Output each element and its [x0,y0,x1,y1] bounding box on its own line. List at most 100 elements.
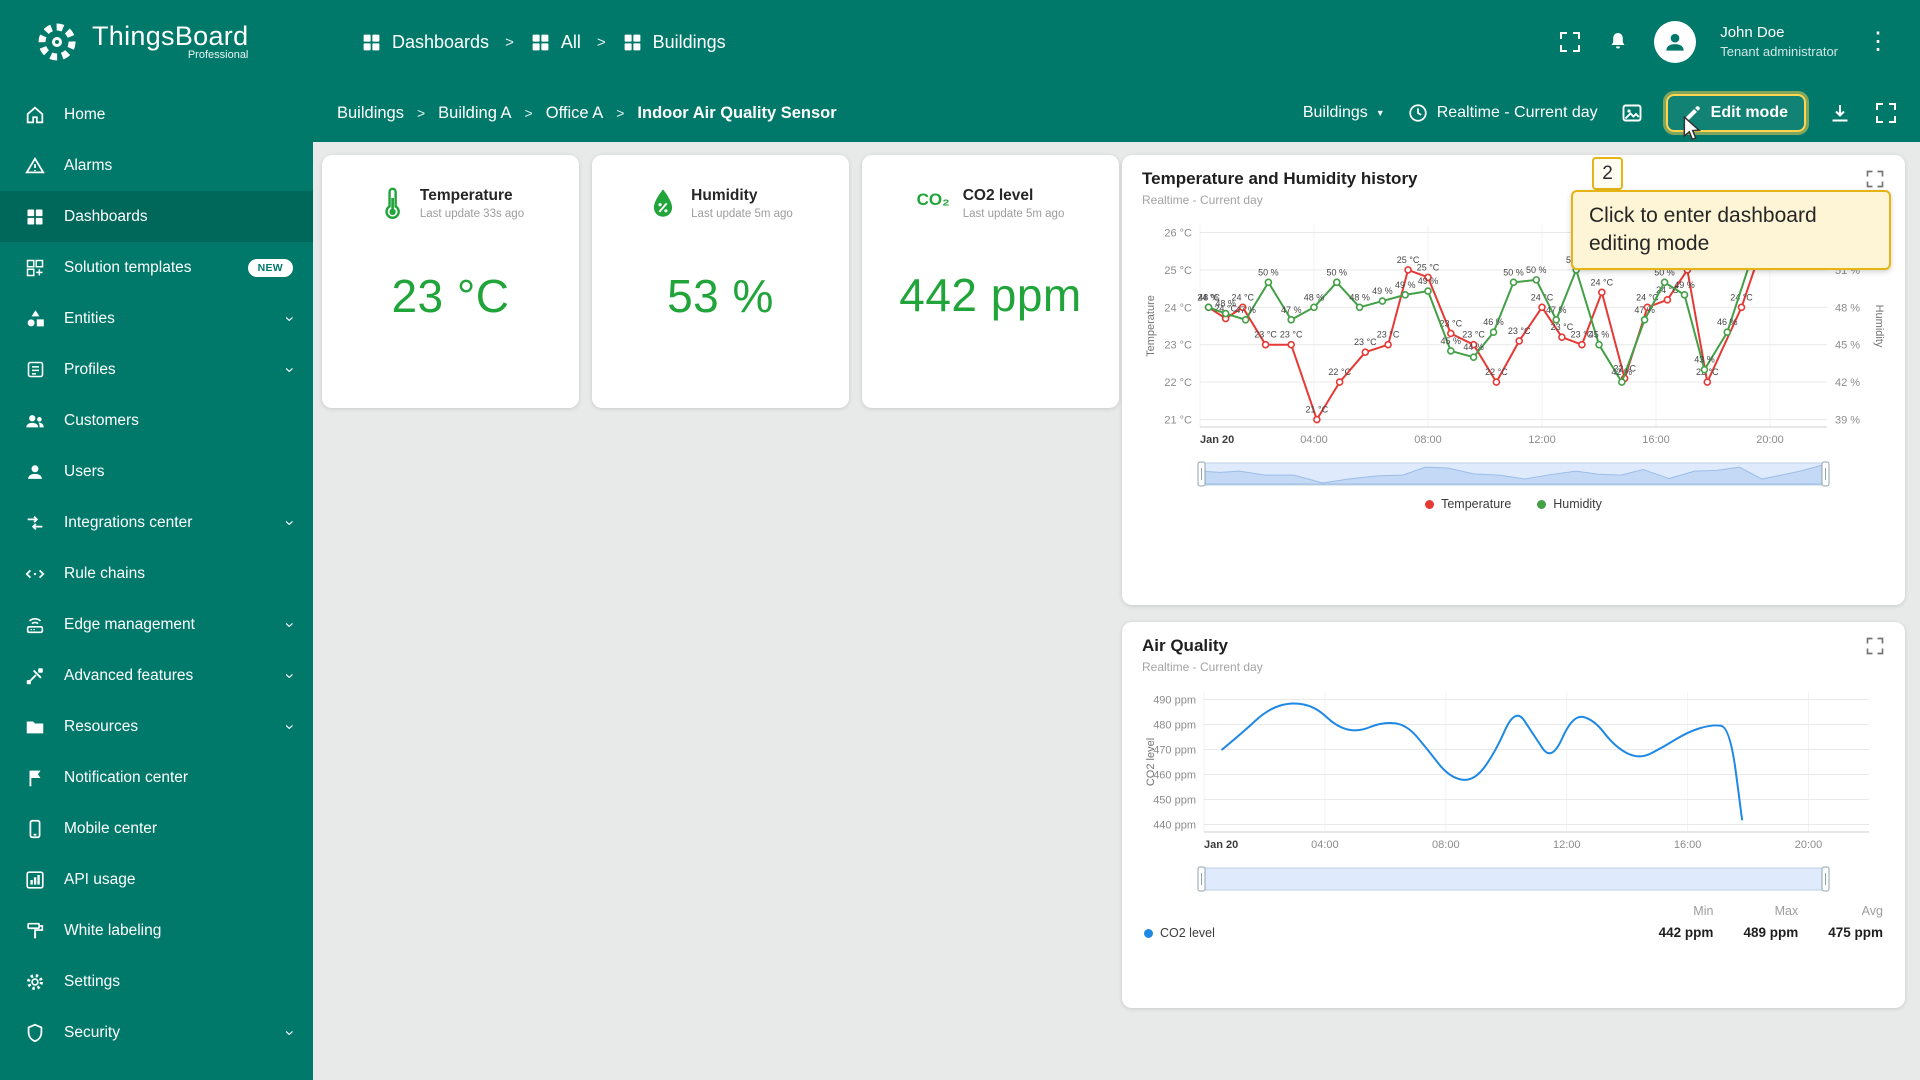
sidebar-item-entities[interactable]: Entities › [0,293,313,344]
chart-range-scrollbar[interactable] [1197,459,1885,489]
svg-text:39 %: 39 % [1835,415,1860,427]
temperature-humidity-history-widget: Temperature and Humidity history Realtim… [1122,155,1905,605]
humidity-card[interactable]: Humidity Last update 5m ago 53 % [592,155,849,408]
temperature-card[interactable]: Temperature Last update 33s ago 23 °C [322,155,579,408]
edit-mode-button[interactable]: Edit mode [1665,94,1806,132]
top-bar: ThingsBoard Professional Dashboards > Al… [0,0,1920,84]
sidebar-item-resources[interactable]: Resources › [0,701,313,752]
legend-dot [1425,499,1435,509]
sidebar-item-notification-center[interactable]: Notification center [0,752,313,803]
sidebar-item-solution-templates[interactable]: Solution templates NEW [0,242,313,293]
humidity-drop-icon [648,187,678,221]
chevron-down-icon: › [281,366,301,373]
sidebar-item-label: Advanced features [64,666,194,684]
sidebar-item-security[interactable]: Security › [0,1007,313,1058]
svg-text:25 °C: 25 °C [1164,265,1192,277]
dashboard-grid-icon [622,32,643,53]
dashboard-image-icon[interactable] [1620,101,1644,125]
co2-card[interactable]: CO₂ CO2 level Last update 5m ago 442 ppm [862,155,1119,408]
air-quality-widget: Air Quality Realtime - Current day 440 p… [1122,622,1905,1008]
sidebar-item-customers[interactable]: Customers [0,395,313,446]
thingsboard-logo-icon [34,19,80,65]
user-info[interactable]: John Doe Tenant administrator [1720,23,1838,61]
widget-fullscreen-icon[interactable] [1865,169,1885,189]
svg-text:26 °C: 26 °C [1164,227,1192,239]
stat-avg-label: Avg [1861,904,1883,918]
sidebar-item-label: Settings [64,972,121,990]
app-edition: Professional [187,49,249,62]
svg-text:42 %: 42 % [1612,367,1633,377]
sidebar-item-settings[interactable]: Settings [0,956,313,1007]
svg-text:12:00: 12:00 [1528,434,1556,446]
sidebar-item-label: Customers [64,411,139,429]
sidebar-item-label: Solution templates [64,258,192,276]
sidebar-item-label: Alarms [64,156,113,174]
svg-text:Temperature: Temperature [1145,295,1157,357]
svg-text:04:00: 04:00 [1311,839,1339,851]
app-logo[interactable]: ThingsBoard Professional [0,19,313,65]
sidebar-item-users[interactable]: Users [0,446,313,497]
breadcrumb-dashboards[interactable]: Dashboards [361,32,489,53]
sidebar-item-edge-management[interactable]: Edge management › [0,599,313,650]
svg-text:21 °C: 21 °C [1306,405,1329,415]
breadcrumb-buildings[interactable]: Buildings [337,104,404,123]
dashboard-grid-icon [361,32,382,53]
app-name: ThingsBoard [92,21,249,52]
breadcrumb-all[interactable]: All [530,32,581,53]
sidebar-item-dashboards[interactable]: Dashboards [0,191,313,242]
sidebar-item-white-labeling[interactable]: White labeling [0,905,313,956]
svg-text:Humidity: Humidity [1873,305,1885,348]
svg-text:CO2 level: CO2 level [1145,738,1157,786]
chart-range-scrollbar[interactable] [1197,864,1885,894]
sidebar-item-mobile-center[interactable]: Mobile center [0,803,313,854]
legend-item-temperature[interactable]: Temperature [1425,497,1511,511]
sidebar-item-label: White labeling [64,921,162,939]
download-icon[interactable] [1828,101,1852,125]
timewindow-button[interactable]: Realtime - Current day [1407,102,1598,124]
card-title: CO2 level [962,187,1034,204]
breadcrumb-separator: > [616,105,625,121]
svg-text:50 %: 50 % [1503,267,1524,277]
dashboard-toolbar: Buildings > Building A > Office A > Indo… [313,84,1920,142]
legend-item-co2[interactable]: CO2 level [1144,926,1215,940]
stat-max-value: 489 ppm [1743,925,1799,940]
svg-text:25 °C: 25 °C [1676,255,1699,265]
svg-text:49 %: 49 % [1418,276,1439,286]
breadcrumb-office-a[interactable]: Office A [546,104,603,123]
user-avatar[interactable] [1654,21,1697,63]
svg-text:23 °C: 23 °C [1377,330,1400,340]
svg-text:47 %: 47 % [1235,305,1256,315]
breadcrumb-building-a[interactable]: Building A [438,104,511,123]
svg-text:08:00: 08:00 [1432,839,1460,851]
sidebar-item-api-usage[interactable]: API usage [0,854,313,905]
timewindow-value: Realtime - Current day [1436,104,1598,121]
svg-text:480 ppm: 480 ppm [1153,720,1196,732]
legend-item-humidity[interactable]: Humidity [1537,497,1602,511]
breadcrumb-buildings[interactable]: Buildings [622,32,726,53]
fullscreen-icon[interactable] [1558,30,1582,54]
widget-fullscreen-icon[interactable] [1865,636,1885,656]
svg-text:42 %: 42 % [1835,377,1860,389]
fullscreen-icon[interactable] [1874,101,1898,125]
sidebar-item-label: Security [64,1023,120,1041]
svg-text:47 %: 47 % [1281,305,1302,315]
sidebar-item-integrations-center[interactable]: Integrations center › [0,497,313,548]
sidebar-item-home[interactable]: Home [0,89,313,140]
sidebar-item-rule-chains[interactable]: Rule chains [0,548,313,599]
chart-timewindow: Realtime - Current day [1142,193,1263,207]
sidebar-item-alarms[interactable]: Alarms [0,140,313,191]
co2-value: 442 ppm [899,269,1082,321]
svg-text:45 %: 45 % [1835,340,1860,352]
sidebar-item-profiles[interactable]: Profiles › [0,344,313,395]
entity-select-dropdown[interactable]: Buildings ▼ [1303,104,1385,122]
more-menu-icon[interactable]: ⋮ [1862,30,1894,54]
entity-select-value: Buildings [1302,104,1368,121]
card-title: Humidity [691,187,758,204]
svg-text:51 %: 51 % [1835,265,1860,277]
sidebar-item-label: Edge management [64,615,195,633]
notifications-bell-icon[interactable] [1606,30,1630,54]
integrations-icon [23,511,47,535]
sidebar-item-advanced-features[interactable]: Advanced features › [0,650,313,701]
breadcrumb-label: Buildings [652,31,726,52]
card-title: Temperature [419,187,513,204]
